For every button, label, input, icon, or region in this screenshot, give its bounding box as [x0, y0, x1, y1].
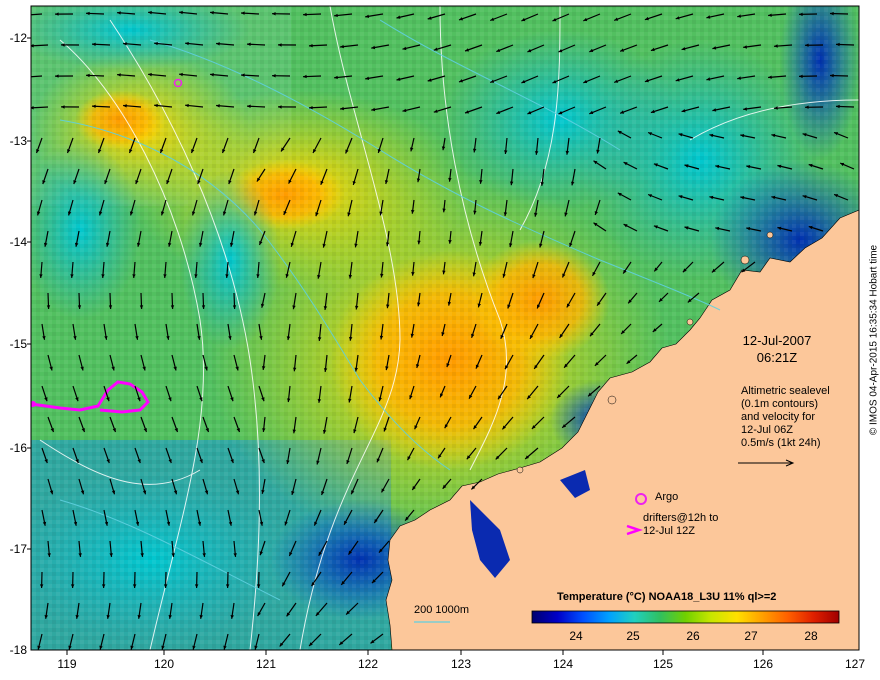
y-tick-label: -12 [10, 31, 28, 45]
x-axis: 119 120 121 122 123 124 125 126 127 [57, 657, 865, 671]
credit-text: © IMOS 04-Apr-2015 16:35:34 Hobart time [868, 244, 879, 436]
velocity-arrow-head [24, 13, 28, 17]
alt-line-5: 0.5m/s (1kt 24h) [741, 437, 821, 449]
velocity-arrow-head [24, 75, 28, 79]
plot-area [31, 6, 859, 650]
x-tick-label: 123 [451, 657, 471, 671]
x-tick-label: 121 [256, 657, 276, 671]
colorbar-title: Temperature (°C) NOAA18_L3U 11% ql>=2 [557, 591, 776, 603]
x-tick-label: 124 [553, 657, 573, 671]
alt-line-3: and velocity for [741, 411, 815, 423]
alt-line-2: (0.1m contours) [741, 398, 819, 410]
credit-text-container: © IMOS 04-Apr-2015 16:35:34 Hobart time [867, 0, 880, 680]
depth-legend-label: 200 1000m [414, 604, 470, 616]
colorbar-tick: 27 [744, 629, 758, 643]
colorbar-ramp [531, 610, 840, 624]
x-tick-label: 120 [154, 657, 174, 671]
alt-line-1: Altimetric sealevel [741, 385, 830, 397]
time-text: 06:21Z [756, 350, 798, 365]
drifters-label: drifters@12h to 12-Jul 12Z [643, 512, 718, 538]
drifters-line-1: drifters@12h to [643, 512, 719, 524]
x-tick-label: 119 [57, 657, 76, 671]
date-text: 12-Jul-2007 [742, 333, 812, 348]
y-tick-label: -15 [10, 337, 28, 351]
x-tick-label: 126 [753, 657, 773, 671]
x-tick-label: 122 [358, 657, 378, 671]
y-tick-label: -17 [10, 542, 28, 556]
y-axis: -12 -13 -14 -15 -16 -17 -18 [10, 31, 28, 657]
y-tick-label: -16 [10, 441, 28, 455]
date-annotation: 12-Jul-2007 06:21Z [735, 332, 819, 366]
x-tick-label: 127 [845, 657, 865, 671]
colorbar-tick: 28 [804, 629, 818, 643]
colorbar-tick: 24 [569, 629, 583, 643]
y-tick-label: -18 [10, 643, 28, 657]
argo-label: Argo [655, 491, 679, 503]
colorbar-tick: 25 [626, 629, 640, 643]
altimetry-annotation: Altimetric sealevel (0.1m contours) and … [741, 385, 859, 450]
colorbar-tick: 26 [686, 629, 700, 643]
alt-line-4: 12-Jul 06Z [741, 424, 793, 436]
x-tick-label: 125 [653, 657, 673, 671]
y-tick-label: -13 [10, 134, 28, 148]
drifters-line-2: 12-Jul 12Z [643, 525, 695, 537]
y-tick-label: -14 [10, 235, 28, 249]
